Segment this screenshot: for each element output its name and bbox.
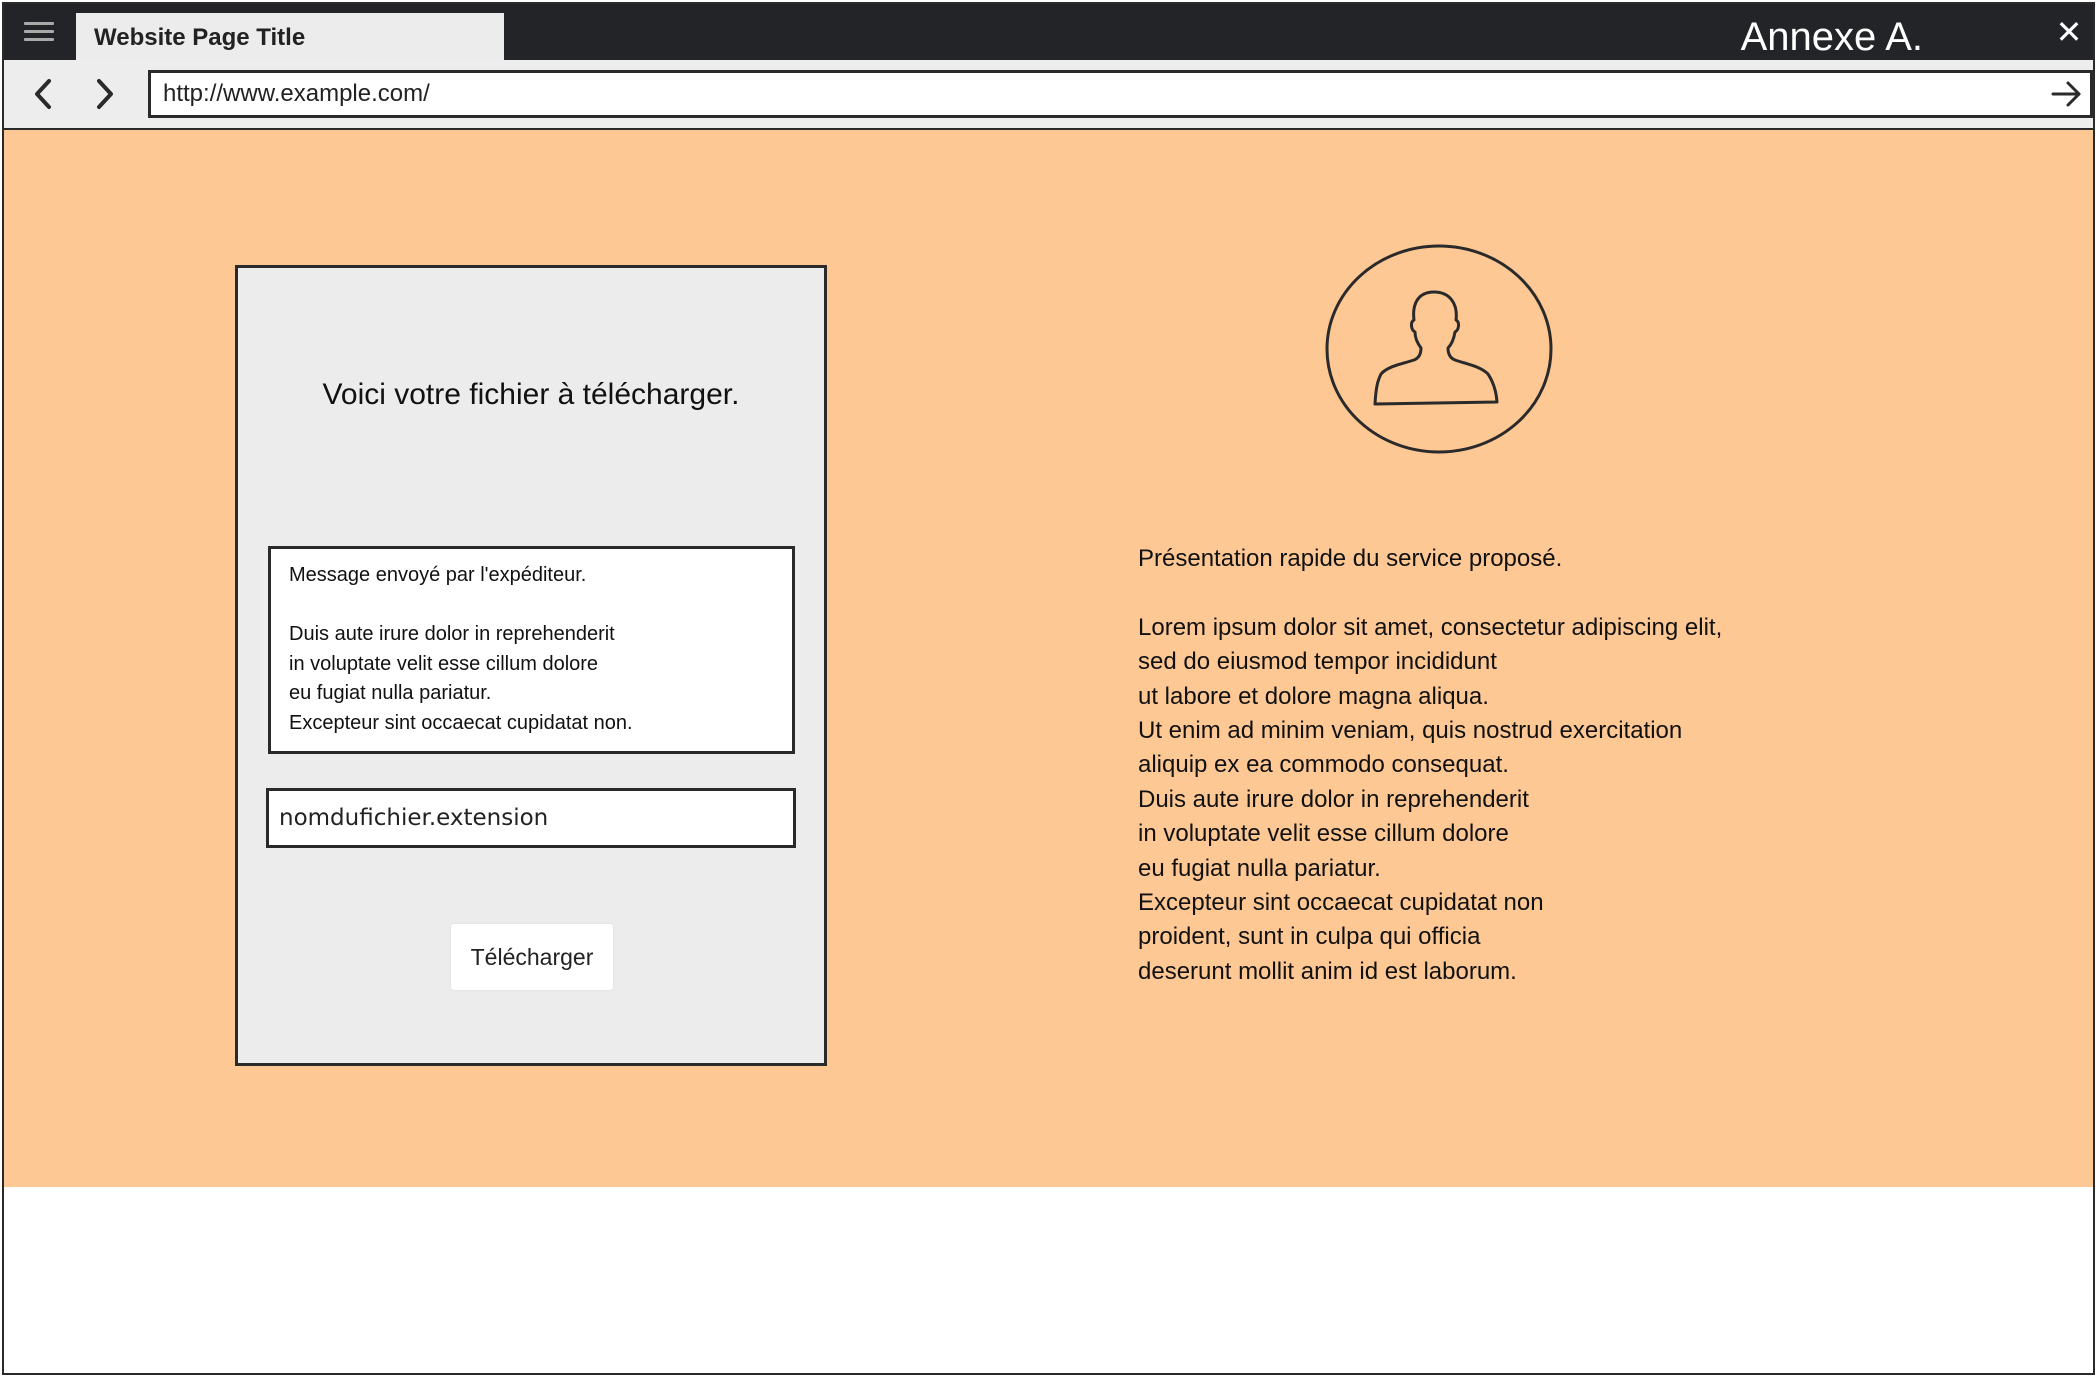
message-line: Excepteur sint occaecat cupidatat non.: [289, 711, 633, 734]
service-line: Ut enim ad minim veniam, quis nostrud ex…: [1138, 717, 1683, 745]
message-line: eu fugiat nulla pariatur.: [289, 682, 492, 704]
download-button[interactable]: Télécharger: [451, 924, 613, 990]
sender-message-box: Message envoyé par l'expéditeur. Duis au…: [268, 546, 795, 754]
title-bar: Website Page Title Annexe A. ✕: [4, 4, 2093, 62]
service-line: Duis aute irure dolor in reprehenderit: [1138, 785, 1529, 813]
browser-tab[interactable]: Website Page Title: [76, 13, 504, 62]
hamburger-menu-icon[interactable]: [24, 22, 58, 44]
filename-field[interactable]: nomdufichier.extension: [266, 788, 796, 848]
user-avatar-icon: [1325, 244, 1553, 454]
chevron-right-icon[interactable]: [86, 76, 122, 112]
page-content: Voici votre fichier à télécharger. Messa…: [4, 130, 2093, 1187]
message-line: Duis aute irure dolor in reprehenderit: [289, 623, 615, 645]
service-line: deserunt mollit anim id est laborum.: [1138, 957, 1517, 985]
service-line: eu fugiat nulla pariatur.: [1138, 854, 1381, 882]
service-line: proident, sunt in culpa qui officia: [1138, 923, 1481, 951]
service-line: aliquip ex ea commodo consequat.: [1138, 751, 1509, 779]
service-line: Lorem ipsum dolor sit amet, consectetur …: [1138, 613, 1723, 641]
download-card: Voici votre fichier à télécharger. Messa…: [235, 265, 827, 1066]
message-line: in voluptate velit esse cillum dolore: [289, 652, 599, 675]
tab-title: Website Page Title: [94, 23, 306, 51]
filename-text: nomdufichier.extension: [279, 805, 549, 831]
service-line: Excepteur sint occaecat cupidatat non: [1138, 889, 1544, 917]
url-input[interactable]: http://www.example.com/: [148, 70, 2093, 118]
navigation-bar: http://www.example.com/: [4, 60, 2093, 130]
message-header: Message envoyé par l'expéditeur.: [289, 564, 587, 586]
service-heading: Présentation rapide du service proposé.: [1138, 545, 1563, 572]
window-label: Annexe A.: [1740, 15, 1923, 59]
card-title: Voici votre fichier à télécharger.: [322, 378, 740, 411]
chevron-left-icon[interactable]: [26, 76, 62, 112]
service-line: ut labore et dolore magna aliqua.: [1138, 682, 1489, 710]
service-line: in voluptate velit esse cillum dolore: [1138, 820, 1509, 848]
arrow-right-icon[interactable]: [2050, 79, 2084, 109]
service-description: Présentation rapide du service proposé. …: [1138, 542, 1958, 989]
close-icon[interactable]: ✕: [2051, 14, 2087, 50]
browser-window: Website Page Title Annexe A. ✕ http://ww…: [2, 2, 2095, 1375]
url-text: http://www.example.com/: [163, 80, 430, 107]
service-line: sed do eiusmod tempor incididunt: [1138, 648, 1497, 676]
